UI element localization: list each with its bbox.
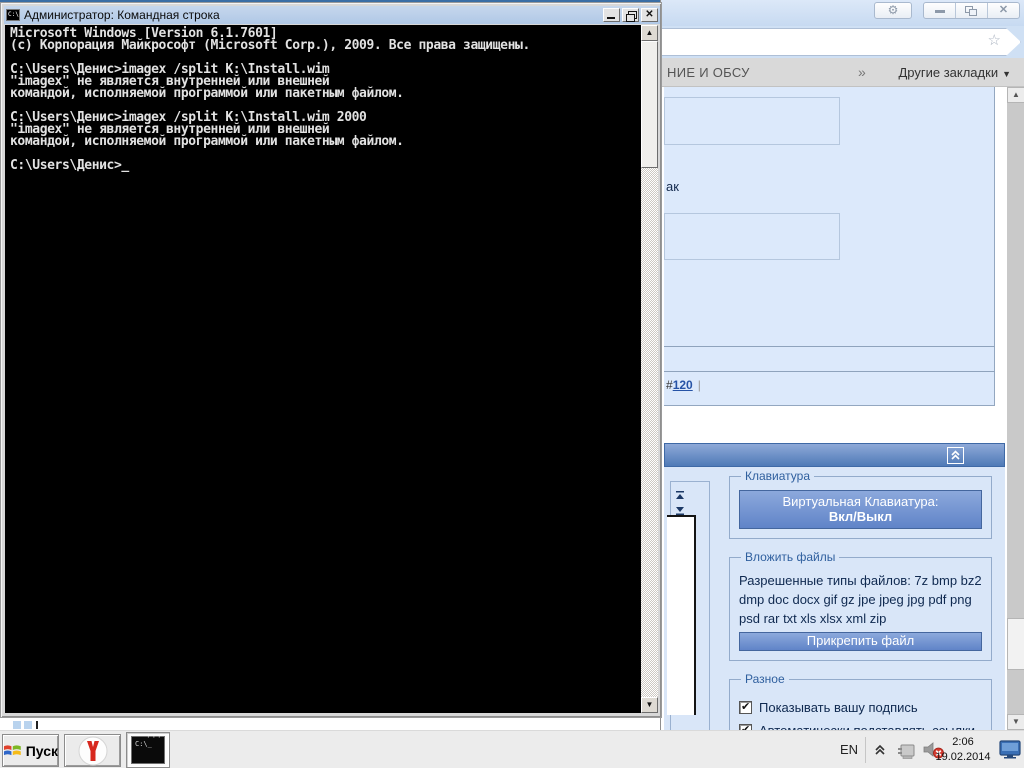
misc-legend: Разное — [741, 672, 789, 686]
console-line: командой, исполняемой программой или пак… — [10, 88, 641, 100]
attach-legend: Вложить файлы — [741, 550, 839, 564]
show-signature-row: ✔ Показывать вашу подпись — [739, 699, 982, 716]
gear-icon[interactable]: ⚙ — [874, 2, 912, 19]
restore-icon[interactable] — [622, 8, 639, 22]
reply-form: Клавиатура Виртуальная Клавиатура: Вкл/В… — [664, 467, 1005, 730]
scroll-up-icon[interactable]: ▲ — [1007, 87, 1024, 103]
console-line: командой, исполняемой программой или пак… — [10, 136, 641, 148]
browser-address-row: ☆ — [661, 26, 1024, 58]
console-output: Microsoft Windows [Version 6.1.7601] (c)… — [5, 25, 641, 713]
post-number: #120 | — [666, 378, 701, 392]
divider — [664, 371, 995, 372]
quote-box — [664, 97, 840, 145]
auto-links-label: Автоматически подставлять ссылки — [759, 723, 975, 730]
forum-page: ак #120 | — [661, 87, 1024, 730]
language-indicator[interactable]: EN — [840, 742, 858, 757]
minimize-icon[interactable] — [603, 8, 620, 22]
close-icon[interactable] — [641, 8, 658, 22]
bookmarks-overflow-icon[interactable]: » — [858, 64, 866, 80]
other-bookmarks-button[interactable]: Другие закладки ▼ — [898, 65, 1011, 80]
scroll-down-icon[interactable]: ▼ — [641, 697, 658, 713]
windows-logo-icon — [3, 742, 22, 759]
window-fragment — [36, 721, 38, 729]
cmd-titlebar[interactable]: C:\ Администратор: Командная строка — [4, 6, 660, 24]
auto-links-row: ✔Автоматически подставлять ссылки — [739, 722, 982, 730]
scroll-up-icon[interactable]: ▲ — [641, 25, 658, 41]
cmd-window: C:\ Администратор: Командная строка Micr… — [0, 2, 662, 718]
page-scrollbar[interactable]: ▲ ▼ — [1007, 87, 1024, 730]
usb-device-icon[interactable] — [896, 740, 918, 760]
desktop-strip — [0, 718, 660, 730]
other-bookmarks-label: Другие закладки — [898, 65, 998, 80]
form-options-column: Клавиатура Виртуальная Клавиатура: Вкл/В… — [729, 469, 992, 730]
collapse-icon[interactable] — [947, 447, 964, 464]
console-line: (c) Корпорация Майкрософт (Microsoft Cor… — [10, 40, 641, 52]
console-prompt-line: C:\Users\Денис>_ — [10, 160, 641, 172]
start-button[interactable]: Пуск — [2, 734, 59, 767]
taskbar: Пуск C:\_ EN 2:06 19.02 — [0, 730, 1024, 768]
close-icon[interactable]: ✕ — [988, 3, 1019, 18]
divider — [709, 481, 710, 730]
bookmark-star-icon[interactable]: ☆ — [988, 31, 1001, 49]
tray-clock[interactable]: 2:06 19.02.2014 — [928, 735, 998, 765]
window-title: Администратор: Командная строка — [24, 8, 220, 22]
console-scrollbar[interactable]: ▲ ▼ — [641, 25, 658, 713]
attach-fieldset: Вложить файлы Разрешенные типы файлов: 7… — [729, 550, 992, 661]
show-hidden-icons-chevron[interactable] — [874, 743, 886, 757]
taskbar-yandex-button[interactable] — [64, 734, 121, 767]
monitor-icon[interactable] — [999, 740, 1021, 759]
keyboard-fieldset: Клавиатура Виртуальная Клавиатура: Вкл/В… — [729, 469, 992, 539]
resize-arrows-icon[interactable] — [675, 491, 685, 515]
message-textarea[interactable] — [667, 515, 696, 715]
post-text-fragment: ак — [666, 179, 679, 194]
window-fragment — [24, 721, 32, 729]
quote-box — [664, 213, 840, 260]
virtual-keyboard-button[interactable]: Виртуальная Клавиатура: Вкл/Выкл — [739, 490, 982, 529]
keyboard-legend: Клавиатура — [741, 469, 814, 483]
browser-window-controls: ✕ — [923, 2, 1020, 19]
scroll-down-icon[interactable]: ▼ — [1007, 714, 1024, 730]
divider — [664, 346, 995, 347]
clock-time: 2:06 — [928, 735, 998, 750]
post-number-link[interactable]: 120 — [673, 378, 693, 392]
cmd-icon: C:\_ — [131, 736, 165, 764]
minimize-icon[interactable] — [924, 3, 956, 18]
scrollbar-thumb[interactable] — [641, 41, 658, 168]
yandex-icon — [78, 736, 108, 766]
separator: | — [698, 378, 701, 392]
form-header-bar — [664, 443, 1005, 467]
forum-post-panel: ак #120 | — [664, 87, 995, 406]
bookmarks-bar: НИЕ И ОБСУ » Другие закладки ▼ — [661, 58, 1024, 87]
browser-titlebar: ⚙ ✕ — [661, 0, 1024, 26]
attach-file-button[interactable]: Прикрепить файл — [739, 632, 982, 651]
post-number-prefix: # — [666, 378, 673, 392]
browser-window: ⚙ ✕ ☆ НИЕ И ОБСУ » Другие закладки ▼ ак #… — [660, 0, 1024, 730]
taskbar-cmd-button[interactable]: C:\_ — [126, 732, 170, 768]
window-fragment — [13, 721, 21, 729]
bookmark-item[interactable]: НИЕ И ОБСУ — [667, 65, 750, 80]
console-cursor: _ — [121, 158, 128, 173]
start-label: Пуск — [26, 743, 58, 759]
clock-date: 19.02.2014 — [928, 750, 998, 765]
scrollbar-thumb[interactable] — [1007, 618, 1024, 670]
cmd-window-controls — [603, 8, 660, 22]
misc-fieldset: Разное ✔ Показывать вашу подпись ✔Автомат… — [729, 672, 992, 730]
show-signature-label: Показывать вашу подпись — [759, 700, 918, 715]
cmd-icon: C:\ — [6, 9, 20, 21]
virtual-keyboard-button-line2: Вкл/Выкл — [740, 509, 981, 524]
restore-icon[interactable] — [956, 3, 988, 18]
virtual-keyboard-button-line1: Виртуальная Клавиатура: — [740, 494, 981, 509]
show-signature-checkbox[interactable]: ✔ — [739, 701, 752, 714]
address-bar-input[interactable] — [661, 28, 1021, 56]
allowed-filetypes-text: Разрешенные типы файлов: 7z bmp bz2 dmp … — [739, 571, 982, 628]
divider — [865, 737, 866, 763]
chevron-down-icon: ▼ — [1002, 69, 1011, 79]
